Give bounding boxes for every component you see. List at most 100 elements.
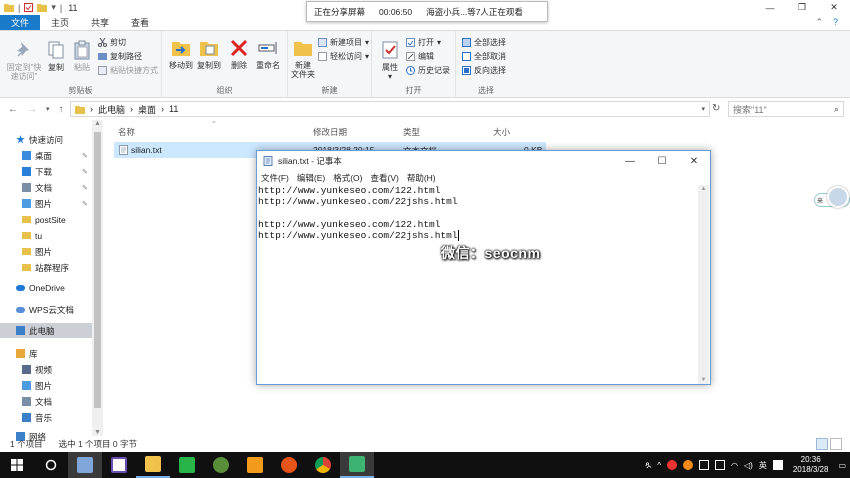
sidebar-item[interactable]: 桌面 ✎ <box>0 148 92 163</box>
refresh-icon[interactable]: ↻ <box>712 103 720 114</box>
sidebar-item[interactable]: 文档 <box>0 394 92 409</box>
menu-format[interactable]: 格式(O) <box>333 172 362 184</box>
tray-app-icon-orange[interactable] <box>683 460 694 470</box>
battery-icon[interactable] <box>699 460 710 470</box>
nav-scrollbar[interactable]: ▲ ▼ <box>92 120 103 436</box>
sidebar-item[interactable]: 图片 ✎ <box>0 196 92 211</box>
easy-access-button[interactable]: 轻松访问 ▾ <box>318 51 369 62</box>
folder-icon[interactable] <box>37 3 48 12</box>
details-view-icon[interactable] <box>816 438 828 450</box>
edit-button[interactable]: 编辑 <box>406 51 434 62</box>
tray-app-icon-red[interactable] <box>667 460 678 470</box>
sidebar-item[interactable]: 视频 <box>0 362 92 377</box>
qa-dropdown-icon[interactable]: ▾ <box>51 2 56 13</box>
tab-file[interactable]: 文件 <box>0 15 41 30</box>
select-none-button[interactable]: 全部取消 <box>462 51 506 62</box>
sidebar-item[interactable]: 下载 ✎ <box>0 164 92 179</box>
tab-view[interactable]: 查看 <box>120 15 160 30</box>
sidebar-item[interactable]: 站群程序 <box>0 260 92 275</box>
notepad-text-area[interactable]: http://www.yunkeseo.com/122.html http://… <box>258 185 699 384</box>
history-button[interactable]: 历史记录 <box>406 65 450 76</box>
tray-app-icon-box[interactable] <box>715 460 726 470</box>
floating-assistant-widget[interactable]: 来 <box>814 186 850 210</box>
avatar[interactable] <box>827 186 849 208</box>
breadcrumb-this-pc[interactable]: 此电脑 <box>98 103 125 116</box>
menu-help[interactable]: 帮助(H) <box>407 172 436 184</box>
sidebar-item[interactable]: OneDrive <box>0 280 92 295</box>
copy-path-button[interactable]: 复制路径 <box>98 51 142 62</box>
ribbon-collapse-icon[interactable]: ⌃ <box>815 17 823 28</box>
sidebar-item[interactable]: 快速访问 <box>0 132 92 147</box>
notepad-minimize-button[interactable]: — <box>614 151 646 171</box>
start-button[interactable] <box>0 452 34 478</box>
notepad-scrollbar[interactable]: ▲ ▼ <box>698 185 709 384</box>
select-all-button[interactable]: 全部选择 <box>462 37 506 48</box>
help-icon[interactable]: ? <box>833 17 838 28</box>
rename-button[interactable]: 重命名 <box>254 37 282 70</box>
properties-button[interactable]: 属性 ▾ <box>378 39 402 81</box>
sidebar-item[interactable]: 此电脑 <box>0 323 92 338</box>
pin-quick-access-button[interactable]: 固定到"快 速访问" <box>4 39 44 81</box>
taskbar-app-chrome[interactable] <box>306 452 340 478</box>
taskbar-app-green[interactable] <box>170 452 204 478</box>
scroll-up-icon[interactable]: ▲ <box>698 186 709 192</box>
menu-view[interactable]: 查看(V) <box>370 172 398 184</box>
search-box[interactable]: 搜索"11" ⌕ <box>728 101 844 117</box>
sidebar-item[interactable]: 图片 <box>0 244 92 259</box>
scroll-down-icon[interactable]: ▼ <box>698 377 709 383</box>
address-dropdown-icon[interactable]: ▾ <box>701 105 705 113</box>
search-input[interactable]: 搜索"11" <box>733 103 767 116</box>
large-icons-view-icon[interactable] <box>830 438 842 450</box>
invert-selection-button[interactable]: 反向选择 <box>462 65 506 76</box>
notification-icon[interactable]: ▭ <box>838 461 846 470</box>
taskbar-app-chat[interactable] <box>204 452 238 478</box>
notepad-close-button[interactable]: ✕ <box>678 151 710 171</box>
breadcrumb-current[interactable]: 11 <box>169 104 178 114</box>
ime-indicator[interactable]: 英 <box>759 460 767 471</box>
open-button[interactable]: 打开 ▾ <box>406 37 441 48</box>
sidebar-item[interactable]: 图片 <box>0 378 92 393</box>
taskbar-app-v2[interactable] <box>102 452 136 478</box>
new-item-button[interactable]: 新建项目 ▾ <box>318 37 369 48</box>
sidebar-item[interactable]: tu <box>0 228 92 243</box>
wifi-icon[interactable]: ◠ <box>731 461 738 470</box>
copy-to-button[interactable]: 复制到 <box>196 37 222 70</box>
taskbar-app-fox[interactable] <box>272 452 306 478</box>
move-to-button[interactable]: 移动到 <box>168 37 194 70</box>
menu-edit[interactable]: 编辑(E) <box>297 172 325 184</box>
taskbar-app-notepad[interactable] <box>340 452 374 478</box>
up-arrow-icon[interactable]: ↑ <box>59 104 64 115</box>
notepad-maximize-button[interactable]: ☐ <box>646 151 678 171</box>
address-bar[interactable]: › 此电脑 › 桌面 › 11 ▾ <box>70 101 710 117</box>
scroll-up-icon[interactable]: ▲ <box>92 120 103 127</box>
minimize-button[interactable]: — <box>754 0 786 15</box>
recent-dropdown-icon[interactable]: ▾ <box>46 105 50 113</box>
volume-icon[interactable]: ◁) <box>744 461 753 470</box>
taskbar-app-notes[interactable] <box>68 452 102 478</box>
menu-file[interactable]: 文件(F) <box>261 172 289 184</box>
sidebar-item[interactable]: 音乐 <box>0 410 92 425</box>
tab-home[interactable]: 主页 <box>40 15 80 30</box>
cortana-button[interactable] <box>34 452 68 478</box>
taskbar-app-explorer[interactable] <box>136 452 170 478</box>
taskbar-app-orange[interactable] <box>238 452 272 478</box>
clock[interactable]: 20:36 2018/3/28 <box>793 455 829 475</box>
maximize-button[interactable]: ❐ <box>786 0 818 15</box>
column-size[interactable]: 大小 <box>493 126 510 138</box>
forward-arrow-icon[interactable]: → <box>27 104 37 115</box>
sidebar-item[interactable]: 文档 ✎ <box>0 180 92 195</box>
sidebar-item[interactable]: WPS云文档 <box>0 302 92 317</box>
column-name[interactable]: 名称 <box>118 126 135 138</box>
column-type[interactable]: 类型 <box>403 126 420 138</box>
copy-button[interactable]: 复制 <box>44 39 68 72</box>
back-arrow-icon[interactable]: ← <box>8 104 18 115</box>
sidebar-item[interactable]: 库 <box>0 346 92 361</box>
breadcrumb-desktop[interactable]: 桌面 <box>138 103 156 116</box>
delete-button[interactable]: 删除 <box>228 37 250 70</box>
checkbox-icon[interactable] <box>24 3 34 12</box>
column-date[interactable]: 修改日期 <box>313 126 347 138</box>
tab-share[interactable]: 共享 <box>80 15 120 30</box>
cut-button[interactable]: 剪切 <box>98 37 126 48</box>
sidebar-item[interactable]: postSite <box>0 212 92 227</box>
paste-shortcut-button[interactable]: 粘贴快捷方式 <box>98 65 158 76</box>
